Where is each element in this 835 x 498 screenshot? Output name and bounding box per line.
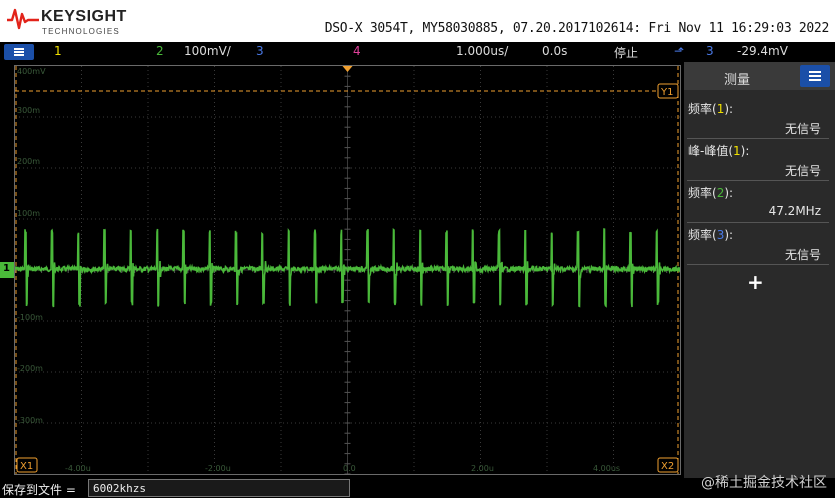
trigger-edge-icon: ⬏ <box>674 44 685 58</box>
measurement-2-channel: 1 <box>733 144 741 158</box>
measurement-3-label[interactable]: 频率(2): <box>688 184 733 201</box>
channel-1-ground-marker[interactable]: 1 <box>0 262 14 278</box>
measurement-3-value: 47.2MHz <box>768 204 821 218</box>
channel-1-label[interactable]: 1 <box>54 44 62 58</box>
channel-status-bar: 1 2 100mV/ 3 4 1.000us/ 0.0s 停止 ⬏ 3 -29.… <box>0 42 835 62</box>
x2-cursor-tag: X2 <box>661 461 674 472</box>
add-measurement-button[interactable]: + <box>747 270 764 294</box>
header-bar: KEYSIGHT TECHNOLOGIES DSO-X 3054T, MY580… <box>0 0 835 42</box>
channel-2-label[interactable]: 2 <box>156 44 164 58</box>
divider <box>687 180 829 181</box>
channel-2-scale[interactable]: 100mV/ <box>184 44 231 58</box>
measurement-3-channel: 2 <box>716 186 725 200</box>
measurement-4-value: 无信号 <box>784 248 821 262</box>
keysight-logo-icon <box>7 8 39 30</box>
v-label-5: -200m <box>17 364 43 373</box>
panel-menu-icon[interactable] <box>800 65 830 87</box>
measurement-panel: 测量 频率(1): 无信号 峰-峰值(1): 无信号 频率(2): 47.2MH… <box>684 62 835 480</box>
trigger-source[interactable]: 3 <box>706 44 714 58</box>
v-label-3: 100m <box>17 209 41 218</box>
measurement-4-label[interactable]: 频率(3): <box>688 226 733 243</box>
main-menu-button[interactable] <box>4 44 34 60</box>
run-state[interactable]: 停止 <box>614 44 638 61</box>
channel-4-label[interactable]: 4 <box>353 44 361 58</box>
watermark: @稀土掘金技术社区 <box>701 475 827 491</box>
divider <box>687 264 829 265</box>
measurement-1-name: 频率 <box>688 102 713 116</box>
divider <box>687 222 829 223</box>
y1-cursor-tag: Y1 <box>660 87 673 98</box>
brand-subtitle: TECHNOLOGIES <box>42 27 120 36</box>
measurement-4-channel: 3 <box>716 228 725 242</box>
time-delay[interactable]: 0.0s <box>542 44 567 58</box>
measurement-1-value: 无信号 <box>784 122 821 136</box>
measurement-1-label[interactable]: 频率(1): <box>688 100 733 117</box>
channel-1-marker-label: 1 <box>3 263 10 274</box>
waveform-display[interactable]: Y1 X1 X2 400mV 300m 200m 100m -100m -200m … <box>14 65 681 475</box>
t-label-0: -4.00u <box>65 464 91 473</box>
t-label-1: -2.00u <box>205 464 231 473</box>
measurement-panel-header: 测量 <box>684 62 835 90</box>
v-label-1: 300m <box>17 106 41 115</box>
t-label-4: 4.00us <box>593 464 621 473</box>
graticule-grid: Y1 X1 X2 <box>15 66 680 474</box>
brand-name: KEYSIGHT <box>41 8 127 25</box>
save-filename-input[interactable]: 6002khzs <box>88 479 350 497</box>
v-label-6: -300m <box>17 416 43 425</box>
trigger-position-marker <box>342 66 353 72</box>
x1-cursor-tag: X1 <box>20 461 33 472</box>
v-label-0: 400mV <box>17 67 46 76</box>
measurement-2-name: 峰-峰值 <box>688 144 729 158</box>
trigger-level[interactable]: -29.4mV <box>737 44 788 58</box>
measurement-3-name: 频率 <box>688 186 713 200</box>
measurement-panel-title: 测量 <box>724 73 751 88</box>
timebase-scale[interactable]: 1.000us/ <box>456 44 508 58</box>
measurement-1-channel: 1 <box>716 102 725 116</box>
channel-3-label[interactable]: 3 <box>256 44 264 58</box>
divider <box>687 138 829 139</box>
t-label-2: 0.0 <box>343 464 356 473</box>
save-to-file-label: 保存到文件 = <box>2 483 76 497</box>
measurement-2-label[interactable]: 峰-峰值(1): <box>688 142 749 159</box>
instrument-info: DSO-X 3054T, MY58030885, 07.20.201710261… <box>324 21 830 36</box>
v-label-4: -100m <box>17 313 43 322</box>
measurement-2-value: 无信号 <box>784 164 821 178</box>
measurement-4-name: 频率 <box>688 228 713 242</box>
t-label-3: 2.00u <box>471 464 494 473</box>
v-label-2: 200m <box>17 157 41 166</box>
